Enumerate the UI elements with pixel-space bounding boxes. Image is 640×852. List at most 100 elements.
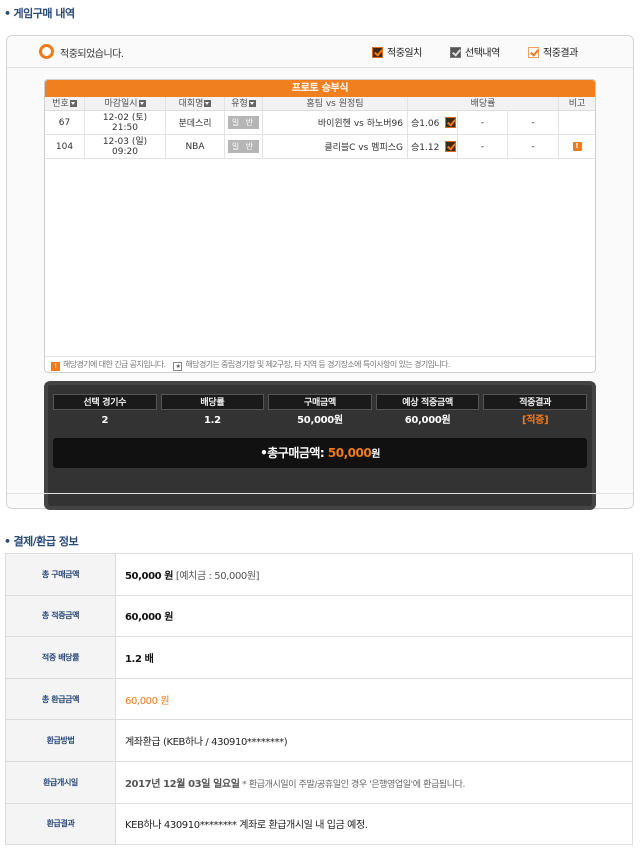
legend-hit: 적중일치 bbox=[372, 44, 422, 59]
win-amount-cell: 60,000 원 bbox=[115, 594, 633, 638]
sort-icon bbox=[69, 100, 77, 107]
summary-purchase: 50,000원 bbox=[297, 415, 343, 426]
bullet-icon: • bbox=[4, 535, 11, 548]
col-note: 비고 bbox=[559, 97, 595, 110]
table-row: 67 12-02 (토) 21:50 분데스리 일 반 바이윈헨 vs 하노버96… bbox=[45, 111, 595, 135]
table-row: 총 구매금액 50,000 원 [예치금 : 50,000원] bbox=[5, 553, 633, 596]
row-deadline: 12-02 (토) 21:50 bbox=[85, 111, 166, 134]
win-odds-label: 적중 배당률 bbox=[5, 636, 116, 679]
type-badge: 일 반 bbox=[227, 116, 260, 129]
refund-result-label: 환급결과 bbox=[5, 802, 116, 846]
refund-start-note: * 환급개시일이 주말/공휴일인 경우 '은행영업일'에 환급됩니다. bbox=[242, 779, 465, 790]
refund-method-label: 환급방법 bbox=[5, 719, 116, 762]
grid-header: 번호 마감일시 대회명 유형 홈팀 vs 원정팀 배당률 비고 bbox=[45, 97, 595, 111]
total-purchase-bar: •총구매금액: 50,000원 bbox=[53, 438, 587, 468]
star-icon: ★ bbox=[173, 362, 183, 371]
legend-result-label: 적중결과 bbox=[543, 48, 578, 59]
legend-selected: 선택내역 bbox=[450, 44, 500, 59]
summary-count: 2 bbox=[101, 415, 109, 426]
legend-selected-label: 선택내역 bbox=[465, 48, 500, 59]
grid-footer-notes: ! 해당경기에 대한 긴급 공지입니다. ★ 해당경기는 중립경기장 및 제2구장, … bbox=[45, 356, 595, 372]
refund-amount-label: 총 환급금액 bbox=[5, 677, 116, 721]
game-grid: 프로토 승부식 번호 마감일시 대회명 유형 홈팀 vs 원정팀 배당률 비고 … bbox=[44, 79, 596, 373]
col-league[interactable]: 대회명 bbox=[166, 97, 225, 110]
odds-win-value: 승1.12 bbox=[411, 143, 440, 153]
total-amount: 50,000 bbox=[327, 446, 372, 460]
panel-bottom-bar bbox=[7, 493, 633, 508]
sort-icon bbox=[138, 100, 146, 107]
col-type-label: 유형 bbox=[231, 99, 248, 109]
panel-status-bar: 적중되었습니다. 적중일치 선택내역 적중결과 bbox=[7, 36, 633, 68]
hit-check-icon bbox=[372, 47, 383, 58]
table-row: 총 환급금액 60,000 원 bbox=[5, 677, 633, 721]
grid-title: 프로토 승부식 bbox=[45, 80, 595, 97]
alert-icon[interactable]: ! bbox=[572, 142, 582, 151]
result-check-icon bbox=[528, 47, 539, 58]
col-match: 홈팀 vs 원정팀 bbox=[263, 97, 408, 110]
refund-result-value: KEB하나 430910******** 계좌로 환급개시일 내 입금 예정. bbox=[115, 802, 633, 846]
table-row: 적중 배당률 1.2 배 bbox=[5, 636, 633, 679]
row-league: 분데스리 bbox=[166, 111, 225, 134]
summary-expected: 60,000원 bbox=[404, 415, 451, 426]
purchase-amount-label: 총 구매금액 bbox=[5, 553, 116, 596]
total-label: 총구매금액: bbox=[267, 446, 325, 460]
summary-result: [적중] bbox=[522, 415, 549, 426]
refund-start-cell: 2017년 12월 03일 일요일 * 환급개시일이 주말/공휴일인 경우 '은… bbox=[115, 760, 633, 804]
col-odds-label: 배당률 bbox=[470, 99, 496, 109]
total-unit: 원 bbox=[371, 449, 380, 460]
refund-start-label: 환급개시일 bbox=[5, 760, 116, 804]
row-league: NBA bbox=[166, 135, 225, 158]
row-odds-lose: - bbox=[508, 111, 559, 134]
col-odds: 배당률 bbox=[408, 97, 559, 110]
row-type: 일 반 bbox=[225, 135, 263, 158]
summary-values: 2 1.2 50,000원 60,000원 [적중] bbox=[53, 412, 587, 430]
section-title-payment: • 결제/환급 정보 bbox=[4, 533, 79, 549]
refund-start-value: 2017년 12월 03일 일요일 bbox=[125, 778, 240, 790]
bullet-icon: • bbox=[4, 7, 11, 20]
row-date: 12-03 (일) bbox=[102, 136, 148, 147]
refund-amount-cell: 60,000 원 bbox=[115, 677, 633, 721]
refund-method-value: 계좌환급 (KEB하나 / 430910********) bbox=[115, 719, 633, 762]
col-league-label: 대회명 bbox=[178, 99, 204, 109]
table-row: 총 적중금액 60,000 원 bbox=[5, 594, 633, 638]
legend-result: 적중결과 bbox=[528, 44, 578, 59]
row-odds-win[interactable]: 승1.06 bbox=[408, 111, 458, 134]
col-note-label: 비고 bbox=[568, 99, 586, 109]
notice-icon: ! bbox=[51, 362, 60, 371]
row-time: 21:50 bbox=[112, 122, 138, 133]
payment-info-table: 총 구매금액 50,000 원 [예치금 : 50,000원] 총 적중금액 6… bbox=[5, 553, 633, 846]
purchase-summary: 선택 경기수 배당률 구매금액 예상 적중금액 적중결과 2 1.2 50,00… bbox=[44, 381, 596, 510]
notice-text: 해당경기에 대한 긴급 공지입니다. bbox=[63, 360, 166, 369]
purchase-amount-cell: 50,000 원 [예치금 : 50,000원] bbox=[115, 553, 633, 596]
section-title-text: 게임구매 내역 bbox=[13, 7, 76, 20]
legend-hit-label: 적중일치 bbox=[387, 48, 422, 59]
summary-header-purchase: 구매금액 bbox=[268, 394, 372, 410]
summary-headers: 선택 경기수 배당률 구매금액 예상 적중금액 적중결과 bbox=[53, 394, 587, 410]
summary-header-odds: 배당률 bbox=[160, 394, 265, 410]
row-odds-draw: - bbox=[458, 111, 508, 134]
row-number: 104 bbox=[45, 135, 85, 158]
win-odds-cell: 1.2 배 bbox=[115, 636, 633, 679]
refund-amount-value: 60,000 원 bbox=[125, 695, 170, 707]
row-odds-lose: - bbox=[508, 135, 559, 158]
sort-icon bbox=[248, 100, 256, 107]
summary-header-count: 선택 경기수 bbox=[53, 394, 157, 410]
col-number[interactable]: 번호 bbox=[45, 97, 85, 110]
row-time: 09:20 bbox=[112, 146, 138, 157]
deposit-value: [예치금 : 50,000원] bbox=[175, 570, 260, 582]
col-match-label: 홈팀 vs 원정팀 bbox=[306, 99, 364, 109]
col-type[interactable]: 유형 bbox=[225, 97, 263, 110]
purchase-panel: 적중되었습니다. 적중일치 선택내역 적중결과 프로토 승부식 번호 마감일시 … bbox=[6, 35, 634, 510]
purchase-amount-value: 50,000 원 bbox=[125, 570, 174, 582]
win-amount-value: 60,000 원 bbox=[125, 612, 174, 624]
type-badge: 일 반 bbox=[227, 140, 260, 153]
hit-check-icon bbox=[445, 141, 457, 152]
section-title-purchase: • 게임구매 내역 bbox=[4, 5, 75, 21]
row-type: 일 반 bbox=[225, 111, 263, 134]
row-odds-win[interactable]: 승1.12 bbox=[408, 135, 458, 158]
sort-icon bbox=[204, 100, 212, 107]
col-deadline[interactable]: 마감일시 bbox=[85, 97, 166, 110]
selected-check-icon bbox=[450, 47, 461, 58]
win-odds-value: 1.2 배 bbox=[125, 653, 154, 665]
row-number: 67 bbox=[45, 111, 85, 134]
